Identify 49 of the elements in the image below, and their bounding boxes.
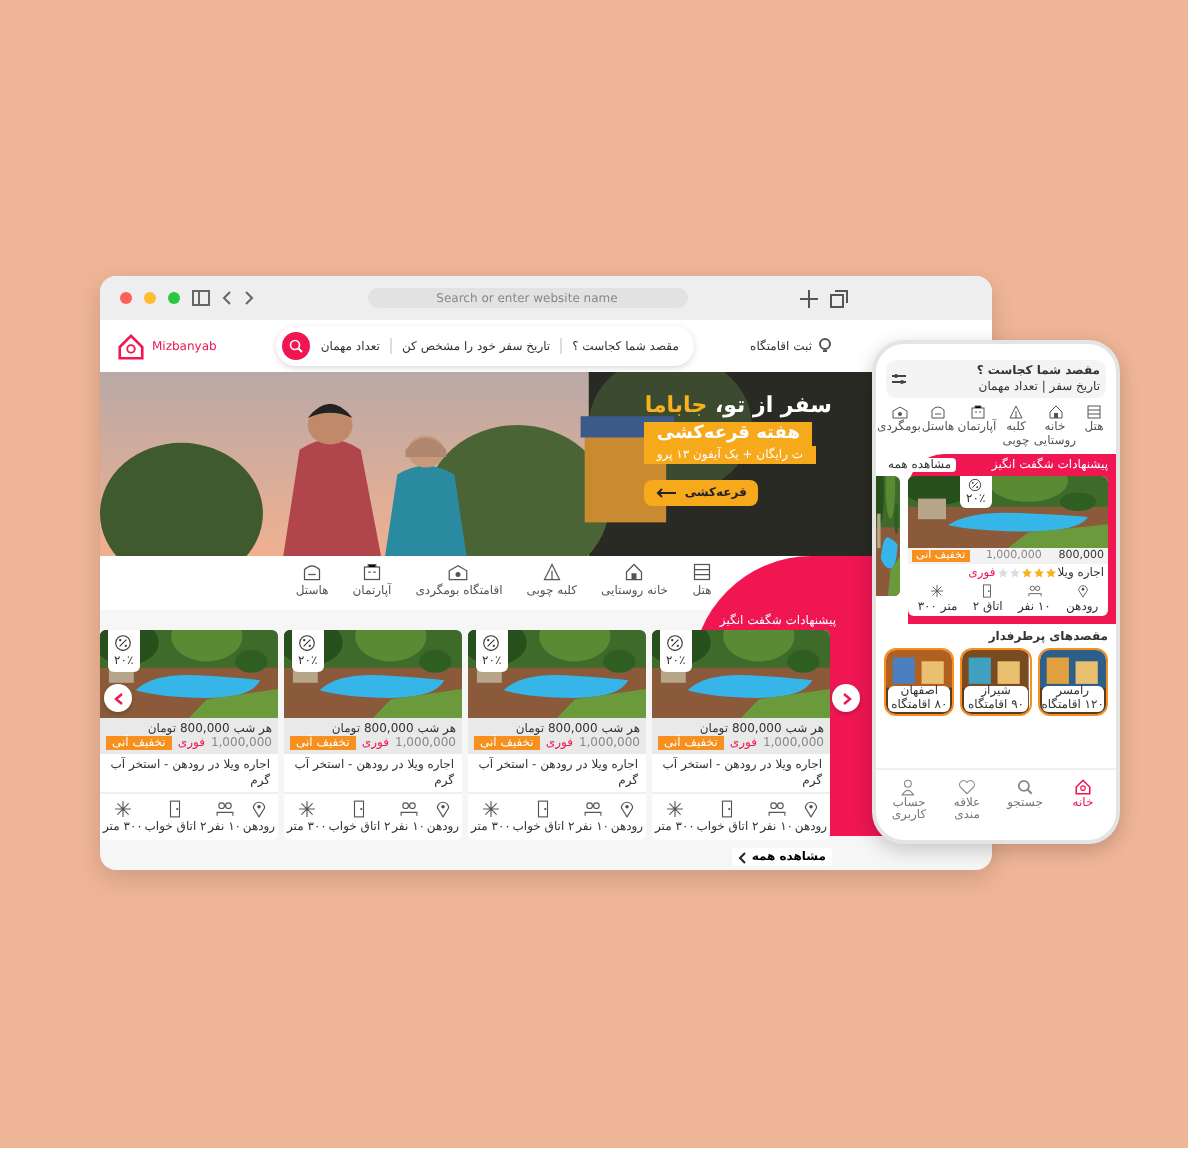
search-icon (1016, 777, 1034, 796)
area-icon (297, 800, 316, 818)
guests-icon (399, 800, 418, 818)
category-icon (1047, 404, 1063, 420)
percent-icon (666, 634, 685, 652)
chevron-icon (113, 691, 123, 705)
chevron-icon (737, 851, 746, 863)
category-icon (541, 562, 562, 582)
lightbulb-icon (818, 338, 832, 354)
guests-icon (583, 800, 602, 818)
guests-icon (215, 800, 234, 818)
guests-icon (1027, 584, 1042, 599)
search-button[interactable] (282, 332, 311, 360)
category-icon (302, 562, 323, 582)
chevron-icon (841, 691, 851, 705)
location-icon (1075, 584, 1090, 599)
location-icon (617, 800, 636, 818)
category-icon (448, 562, 469, 582)
search-icon (288, 338, 305, 354)
category-icon (1008, 404, 1024, 420)
new-tab-icon[interactable] (800, 289, 818, 307)
guests-icon (767, 800, 786, 818)
heart-icon (958, 777, 976, 796)
forward-icon[interactable] (244, 290, 254, 306)
tabs-icon[interactable] (830, 289, 848, 307)
location-icon (433, 800, 452, 818)
percent-icon (482, 634, 501, 652)
room-icon (166, 800, 185, 818)
area-icon (113, 800, 132, 818)
area-icon (481, 800, 500, 818)
percent-icon (114, 634, 133, 652)
location-icon (801, 800, 820, 818)
category-icon (361, 562, 382, 582)
room-icon (718, 800, 737, 818)
sidebar-icon[interactable] (192, 290, 210, 306)
room-icon (980, 584, 995, 599)
area-icon (930, 584, 945, 599)
home-icon (1074, 777, 1092, 796)
room-icon (534, 800, 553, 818)
location-icon (249, 800, 268, 818)
logo-icon (116, 331, 146, 361)
back-icon[interactable] (222, 290, 232, 306)
category-icon (692, 562, 712, 582)
area-icon (665, 800, 684, 818)
account-icon (900, 777, 918, 796)
room-icon (350, 800, 369, 818)
category-icon (624, 562, 645, 582)
category-icon (1086, 404, 1102, 420)
percent-icon (298, 634, 317, 652)
